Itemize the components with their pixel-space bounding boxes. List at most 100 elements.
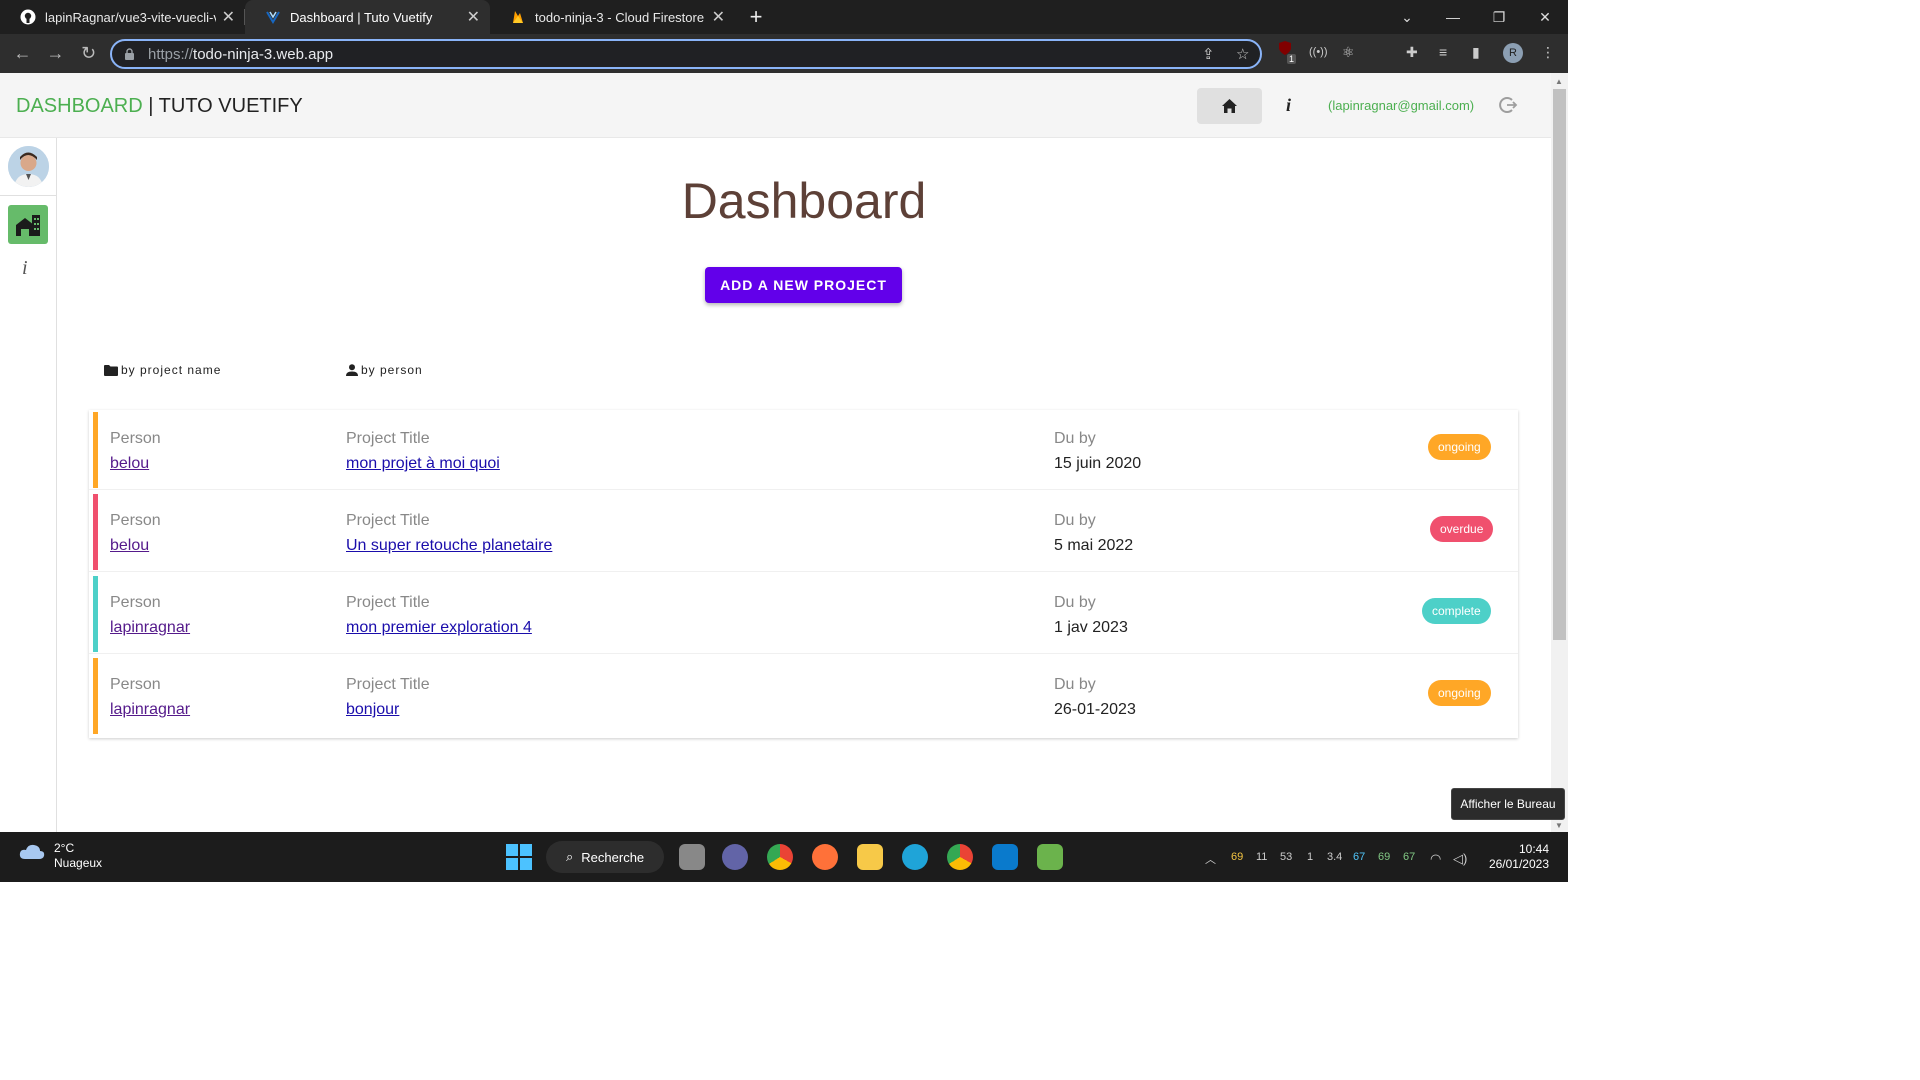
scroll-up-icon[interactable]: ▲ — [1555, 77, 1563, 86]
side-panel-icon[interactable]: ▮ — [1472, 44, 1480, 61]
person-label: Person — [110, 430, 161, 447]
taskbar-search[interactable]: ⌕ Recherche — [546, 841, 664, 873]
browser-tab-dashboard[interactable]: Dashboard | Tuto Vuetify ✕ — [245, 0, 490, 34]
chrome-profile-icon[interactable] — [947, 844, 973, 870]
extension-radio-icon[interactable]: ((•)) — [1309, 46, 1328, 58]
back-icon[interactable]: ← — [6, 43, 39, 64]
reload-icon[interactable]: ↻ — [72, 43, 105, 64]
app-brand: DASHBOARD | TUTO VUETIFY — [16, 95, 303, 118]
person-label: Person — [110, 512, 161, 529]
page-scrollbar[interactable]: ▲ ▼ — [1551, 73, 1568, 832]
project-title-link[interactable]: Un super retouche planetaire — [346, 537, 552, 555]
person-link[interactable]: belou — [110, 537, 149, 555]
add-project-button[interactable]: ADD A NEW PROJECT — [705, 267, 902, 303]
sidebar-item-about[interactable]: i — [22, 257, 28, 280]
media-control-icon[interactable]: ≡ — [1439, 44, 1447, 60]
browser-tab-github[interactable]: lapinRagnar/vue3-vite-vuecli-vue ✕ — [0, 0, 245, 34]
teams-chat-icon[interactable] — [722, 844, 748, 870]
sort-by-person-label: by person — [361, 363, 423, 377]
home-icon — [1222, 99, 1237, 113]
status-indicator-bar — [93, 494, 98, 570]
task-view-icon[interactable] — [679, 844, 705, 870]
tab-title: Dashboard | Tuto Vuetify — [290, 9, 433, 25]
share-icon[interactable]: ⇪ — [1202, 45, 1215, 63]
folder-icon — [104, 364, 118, 376]
wifi-icon[interactable]: ◠ — [1430, 851, 1441, 867]
weather-widget[interactable]: 2°C Nuageux — [18, 841, 102, 871]
scrollbar-thumb[interactable] — [1553, 89, 1566, 640]
home-button[interactable] — [1197, 88, 1262, 124]
extensions-puzzle-icon[interactable]: ✚ — [1406, 44, 1418, 61]
notepad-app-icon[interactable] — [1037, 844, 1063, 870]
file-explorer-icon[interactable] — [857, 844, 883, 870]
browser-tab-firestore[interactable]: todo-ninja-3 - Cloud Firestore - C ✕ — [490, 0, 735, 34]
status-indicator-bar — [93, 658, 98, 734]
app-toolbar: DASHBOARD | TUTO VUETIFY i (lapinragnar@… — [0, 73, 1551, 138]
search-label: Recherche — [581, 849, 645, 865]
due-date: 1 jav 2023 — [1054, 619, 1128, 636]
vscode-icon[interactable] — [992, 844, 1018, 870]
status-badge: complete — [1422, 598, 1491, 624]
tray-value: 1 — [1307, 851, 1314, 863]
bookmark-star-icon[interactable]: ☆ — [1236, 45, 1249, 63]
home-city-icon — [16, 214, 40, 236]
sort-by-person-button[interactable]: by person — [346, 363, 423, 377]
tab-close-icon[interactable]: ✕ — [467, 7, 480, 27]
due-date: 26-01-2023 — [1054, 701, 1136, 718]
firefox-icon[interactable] — [812, 844, 838, 870]
scroll-down-icon[interactable]: ▼ — [1555, 821, 1563, 830]
chrome-icon[interactable] — [767, 844, 793, 870]
profile-avatar[interactable]: R — [1503, 43, 1523, 63]
logout-button[interactable] — [1498, 95, 1518, 115]
browser-tabbar: lapinRagnar/vue3-vite-vuecli-vue ✕ Dashb… — [0, 0, 1568, 34]
tray-value: 67 — [1353, 851, 1366, 863]
brand-main: DASHBOARD — [16, 95, 143, 117]
browser-menu-icon[interactable]: ⋮ — [1541, 44, 1555, 61]
tray-value: 11 — [1256, 851, 1268, 863]
person-link[interactable]: lapinragnar — [110, 619, 190, 637]
sidebar-item-dashboard[interactable] — [8, 205, 48, 244]
project-title-label: Project Title — [346, 676, 430, 693]
lock-icon — [125, 47, 134, 60]
project-row: Person belou Project Title mon projet à … — [89, 410, 1518, 490]
project-title-link[interactable]: mon premier exploration 4 — [346, 619, 532, 637]
nav-drawer: i — [0, 138, 57, 832]
react-devtools-icon[interactable]: ⚛ — [1342, 44, 1355, 61]
window-controls: ⌄ — ❐ ✕ — [1384, 0, 1568, 34]
person-link[interactable]: belou — [110, 455, 149, 473]
forward-icon[interactable]: → — [39, 43, 72, 64]
tray-overflow-icon[interactable]: ︿ — [1205, 851, 1216, 867]
sort-by-project-label: by project name — [121, 363, 222, 377]
edge-icon[interactable] — [902, 844, 928, 870]
brand-sub: TUTO VUETIFY — [158, 95, 303, 117]
project-list: Person belou Project Title mon projet à … — [89, 410, 1518, 738]
user-avatar[interactable] — [8, 146, 49, 187]
show-desktop-tooltip: Afficher le Bureau — [1451, 788, 1565, 820]
restore-icon[interactable]: ❐ — [1476, 9, 1522, 26]
tab-close-icon[interactable]: ✕ — [712, 7, 725, 27]
url-protocol: https:// — [148, 45, 194, 63]
project-title-link[interactable]: bonjour — [346, 701, 399, 719]
sort-by-project-button[interactable]: by project name — [104, 363, 221, 377]
project-title-link[interactable]: mon projet à moi quoi — [346, 455, 500, 473]
tab-close-icon[interactable]: ✕ — [222, 7, 235, 27]
close-window-icon[interactable]: ✕ — [1522, 9, 1568, 26]
tray-value: 69 — [1231, 851, 1244, 863]
search-icon: ⌕ — [566, 849, 574, 864]
start-button[interactable] — [506, 844, 532, 870]
status-badge: overdue — [1430, 516, 1494, 542]
project-title-label: Project Title — [346, 594, 430, 611]
person-link[interactable]: lapinragnar — [110, 701, 190, 719]
system-clock[interactable]: 10:44 26/01/2023 — [1487, 842, 1549, 872]
new-tab-button[interactable]: + — [735, 0, 777, 34]
vuetify-icon — [266, 11, 280, 24]
status-badge: ongoing — [1428, 680, 1491, 706]
address-bar[interactable]: https://todo-ninja-3.web.app ⇪ ☆ — [110, 39, 1262, 69]
minimize-icon[interactable]: — — [1430, 9, 1476, 25]
sidebar-divider — [0, 195, 56, 196]
due-label: Du by — [1054, 676, 1096, 693]
ublock-count: 1 — [1287, 54, 1297, 64]
tab-search-icon[interactable]: ⌄ — [1384, 9, 1430, 26]
volume-icon[interactable]: ◁) — [1453, 851, 1467, 867]
about-button[interactable]: i — [1286, 95, 1291, 116]
